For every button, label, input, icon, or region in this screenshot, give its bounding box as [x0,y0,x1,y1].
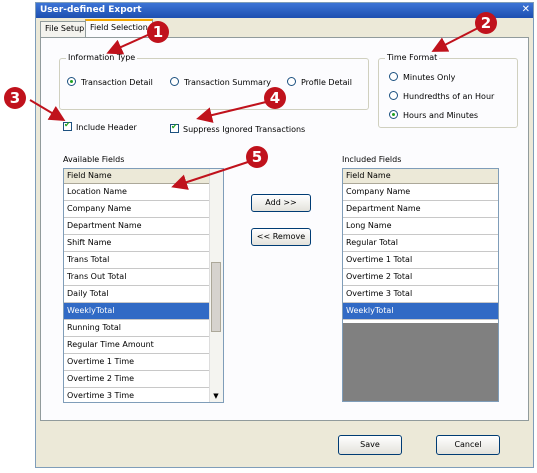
callout-marker-1: 1 [147,21,169,43]
callout-arrows [29,27,479,190]
callout-marker-4: 4 [264,87,286,109]
callout-marker-5: 5 [246,146,268,168]
callout-marker-3: 3 [4,87,26,109]
callout-arrow-2 [431,27,479,52]
callout-arrow-5 [171,161,249,190]
callout-arrow-1 [106,33,151,55]
callout-arrow-3 [29,99,66,122]
callout-arrow-4 [196,101,267,123]
callout-marker-2: 2 [475,12,497,34]
